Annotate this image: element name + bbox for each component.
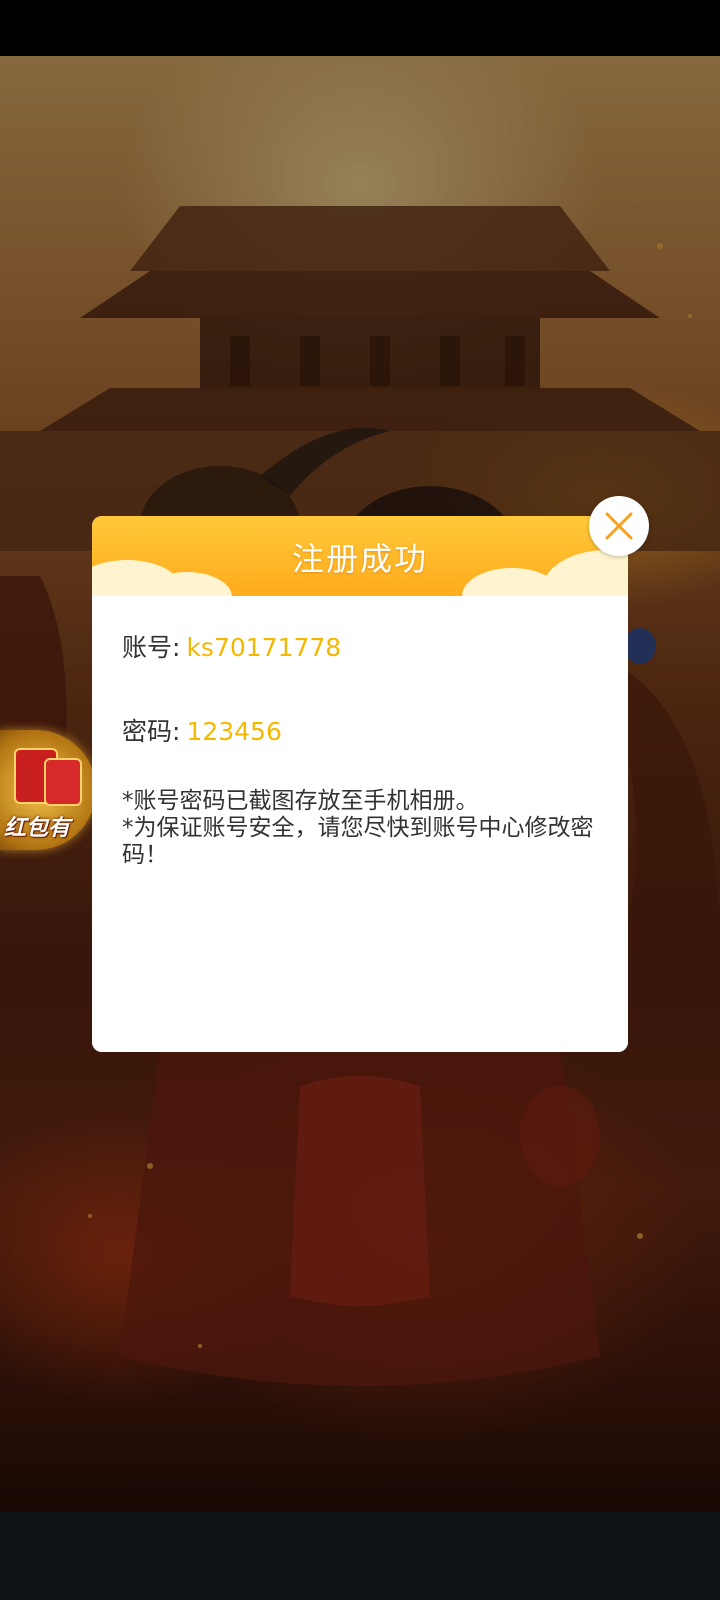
account-row: 账号: ks70171778 [122,628,341,664]
password-row: 密码: 123456 [122,712,282,748]
password-label: 密码: [122,717,181,746]
register-success-dialog: 注册成功 账号: ks70171778 密码: 123456 *账号密码已截图存放至… [92,516,628,1052]
system-navigation-bar [0,1512,720,1600]
close-button[interactable] [589,496,649,556]
notice-line: *账号密码已截图存放至手机相册。 [122,788,479,814]
password-value: 123456 [186,717,282,746]
account-value: ks70171778 [186,633,342,662]
notice-line: *为保证账号安全，请您尽快到账号中心修改密码！ [122,815,594,868]
red-packet-label: 红包有 [4,816,71,841]
dialog-header: 注册成功 [92,516,628,596]
red-envelope-icon [44,758,82,806]
account-label: 账号: [122,633,181,662]
dialog-title: 注册成功 [291,540,428,578]
close-icon [605,512,633,540]
dialog-body: 账号: ks70171778 密码: 123456 *账号密码已截图存放至手机相册。… [92,596,628,1052]
notice-text: *账号密码已截图存放至手机相册。 *为保证账号安全，请您尽快到账号中心修改密码！ [122,788,612,869]
status-bar [0,0,720,56]
